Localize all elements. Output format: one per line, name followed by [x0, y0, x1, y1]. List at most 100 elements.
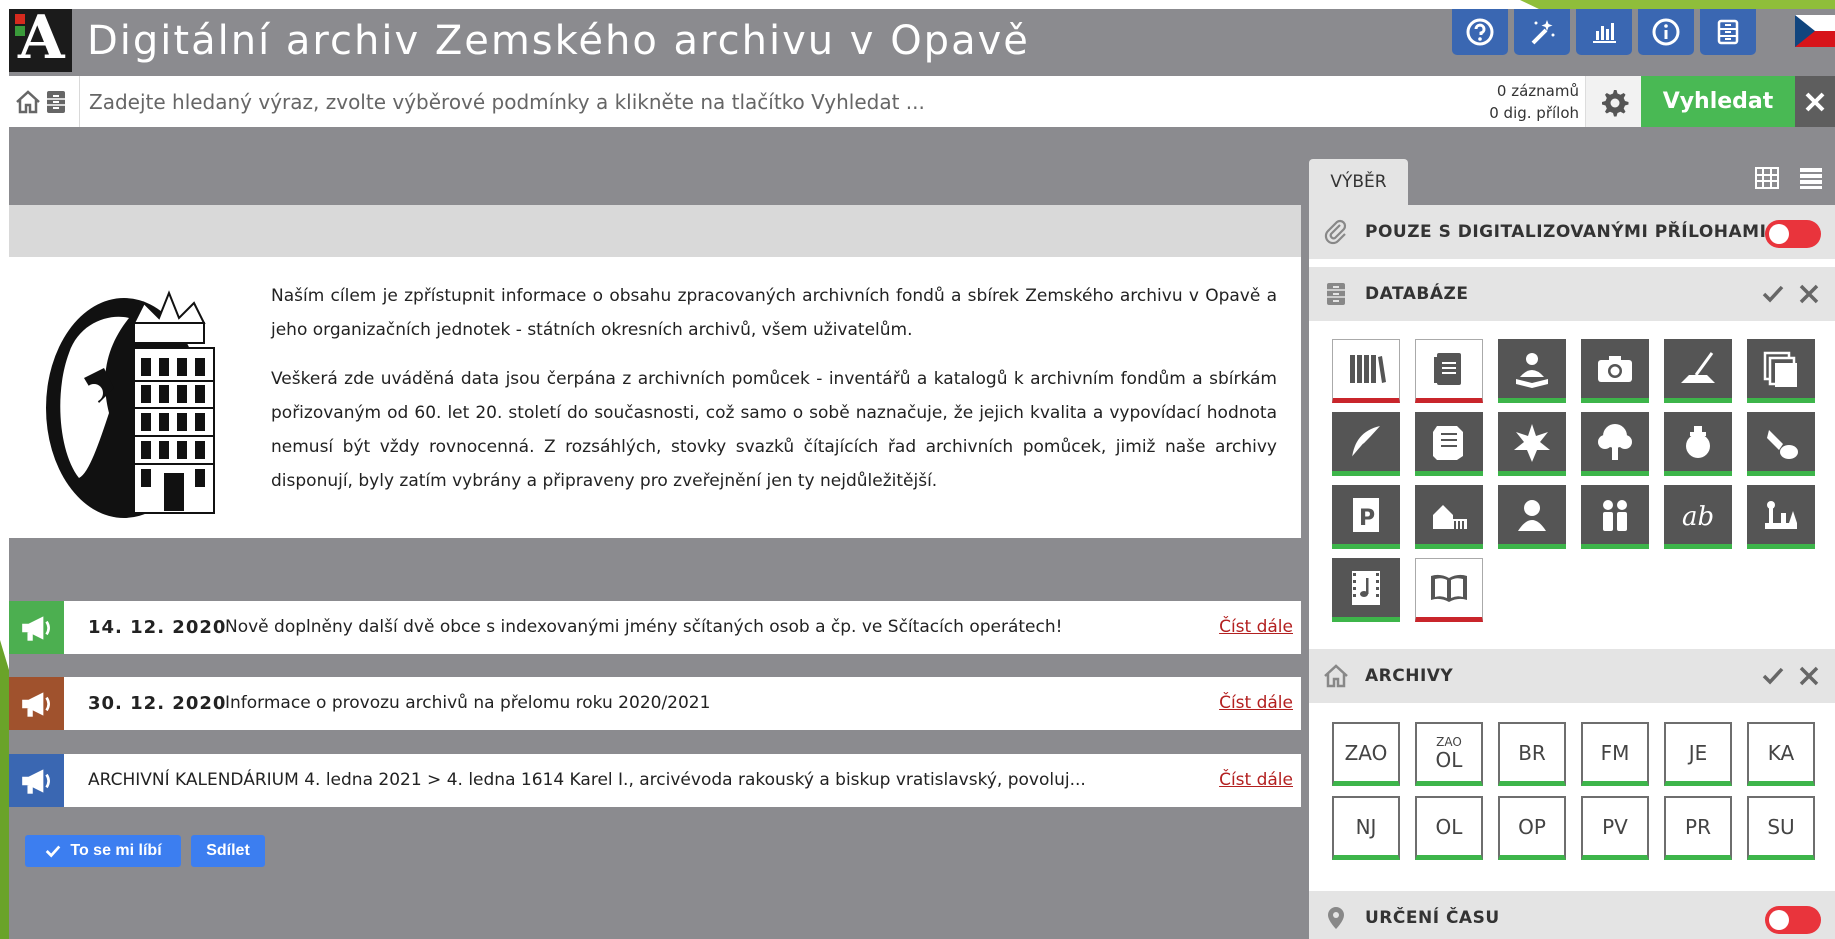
- archive-tile[interactable]: OL: [1415, 796, 1483, 860]
- map-building-icon: [1433, 504, 1467, 529]
- time-filter-toggle[interactable]: [1765, 906, 1821, 934]
- db-tile-technical-drawings[interactable]: [1664, 339, 1732, 403]
- info-button[interactable]: [1638, 9, 1694, 55]
- db-tile-seals[interactable]: [1498, 412, 1566, 476]
- archive-tile[interactable]: OP: [1498, 796, 1566, 860]
- deselect-all-close-icon[interactable]: [1797, 664, 1821, 688]
- databases-title: DATABÁZE: [1365, 284, 1469, 304]
- archive-tile[interactable]: SU: [1747, 796, 1815, 860]
- share-button[interactable]: Sdílet: [191, 835, 265, 867]
- news-text: ARCHIVNÍ KALENDÁRIUM 4. ledna 2021 > 4. …: [88, 770, 1086, 790]
- question-icon: [1466, 18, 1494, 46]
- archive-logo[interactable]: A: [9, 9, 72, 72]
- db-tile-wax-seals[interactable]: [1664, 412, 1732, 476]
- statistics-button[interactable]: [1576, 9, 1632, 55]
- logo-square-green: [15, 26, 25, 36]
- db-tile-audiovisual[interactable]: [1332, 558, 1400, 622]
- db-tile-books[interactable]: [1332, 339, 1400, 403]
- cabinet-icon: [1717, 19, 1739, 45]
- scroll-icon: [1433, 425, 1463, 460]
- db-tile-documents[interactable]: [1747, 339, 1815, 403]
- archive-tile[interactable]: JE: [1664, 722, 1732, 786]
- digital-only-toggle[interactable]: [1765, 220, 1821, 248]
- read-more-link[interactable]: Číst dále: [1219, 677, 1293, 730]
- clear-search-button[interactable]: [1795, 76, 1835, 127]
- tree-icon: [1598, 423, 1632, 460]
- database-icon[interactable]: [45, 89, 67, 115]
- db-tile-posters[interactable]: P: [1332, 485, 1400, 549]
- db-tile-ledger[interactable]: [1415, 339, 1483, 403]
- db-tile-charters[interactable]: [1415, 412, 1483, 476]
- result-counts: 0 záznamů 0 dig. příloh: [1459, 80, 1579, 124]
- archive-tile[interactable]: NJ: [1332, 796, 1400, 860]
- archive-code: BR: [1518, 740, 1546, 765]
- grid-view-icon[interactable]: [1755, 167, 1779, 189]
- paperclip-icon: [1324, 219, 1347, 245]
- record-count: 0 záznamů: [1496, 82, 1579, 100]
- like-label: To se mi líbí: [70, 842, 162, 859]
- db-tile-manuscripts[interactable]: [1332, 412, 1400, 476]
- db-tile-genealogy[interactable]: [1581, 412, 1649, 476]
- archive-emblem-image: [46, 290, 215, 518]
- db-tile-stamps[interactable]: [1747, 412, 1815, 476]
- documents-stack-icon: [1763, 351, 1797, 387]
- db-tile-handwriting[interactable]: ab: [1664, 485, 1732, 549]
- logo-square-red: [15, 14, 25, 24]
- select-all-check-icon[interactable]: [1761, 282, 1785, 306]
- archive-tile[interactable]: KA: [1747, 722, 1815, 786]
- archive-button[interactable]: [1700, 9, 1756, 55]
- archive-tile[interactable]: BR: [1498, 722, 1566, 786]
- time-filter: URČENÍ ČASU: [1309, 891, 1835, 939]
- read-more-link[interactable]: Číst dále: [1219, 601, 1293, 654]
- intro-panel: Naším cílem je zpřístupnit informace o o…: [9, 257, 1301, 538]
- seal-star-icon: [1514, 423, 1550, 462]
- db-tile-persons[interactable]: [1498, 485, 1566, 549]
- db-tile-photos[interactable]: [1581, 339, 1649, 403]
- archive-tile[interactable]: FM: [1581, 722, 1649, 786]
- search-button[interactable]: Vyhledat: [1641, 76, 1795, 127]
- db-tile-reader[interactable]: [1498, 339, 1566, 403]
- svg-text:ab: ab: [1682, 502, 1714, 532]
- news-date: 30. 12. 2020: [88, 693, 227, 714]
- close-icon: [1805, 92, 1825, 111]
- list-view-icon[interactable]: [1799, 167, 1823, 189]
- select-all-check-icon[interactable]: [1761, 664, 1785, 688]
- help-button[interactable]: [1452, 9, 1508, 55]
- archive-code: ZAO: [1344, 740, 1388, 765]
- divider: [79, 76, 80, 127]
- db-tile-families[interactable]: [1581, 485, 1649, 549]
- tab-selection[interactable]: VÝBĚR: [1309, 159, 1408, 205]
- intro-header-bar: [9, 205, 1301, 257]
- news-text: Informace o provozu archivů na přelomu r…: [225, 693, 711, 713]
- app-title: Digitální archiv Zemského archivu v Opav…: [87, 18, 1030, 64]
- czech-flag-icon[interactable]: [1795, 15, 1835, 47]
- db-tile-buildings[interactable]: [1415, 485, 1483, 549]
- map-pin-icon: [1328, 907, 1344, 929]
- open-book-icon: [1431, 574, 1467, 602]
- database-icon: [1327, 283, 1345, 305]
- archive-code: PV: [1602, 814, 1628, 839]
- check-icon: [46, 845, 61, 858]
- megaphone-icon: [9, 601, 64, 654]
- intro-paragraph: Naším cílem je zpřístupnit informace o o…: [271, 286, 1277, 340]
- read-more-link[interactable]: Číst dále: [1219, 754, 1293, 807]
- search-input[interactable]: [89, 76, 1459, 127]
- like-button[interactable]: To se mi líbí: [25, 835, 181, 867]
- home-icon[interactable]: [15, 89, 41, 115]
- db-tile-library[interactable]: [1415, 558, 1483, 622]
- archive-code: JE: [1688, 740, 1708, 765]
- archive-tile[interactable]: ZAO OL: [1415, 722, 1483, 786]
- drafting-icon: [1681, 351, 1715, 383]
- archive-tile[interactable]: ZAO: [1332, 722, 1400, 786]
- magic-wand-button[interactable]: [1514, 9, 1570, 55]
- archive-tile[interactable]: PR: [1664, 796, 1732, 860]
- deselect-all-close-icon[interactable]: [1797, 282, 1821, 306]
- archive-tile[interactable]: PV: [1581, 796, 1649, 860]
- books-icon: [1350, 355, 1386, 383]
- svg-text:P: P: [1359, 506, 1375, 531]
- settings-button[interactable]: [1585, 76, 1641, 127]
- db-tile-landscapes[interactable]: [1747, 485, 1815, 549]
- search-bar: 0 záznamů 0 dig. příloh Vyhledat: [9, 76, 1835, 127]
- archive-code: NJ: [1355, 814, 1377, 839]
- magic-wand-icon: [1531, 20, 1555, 45]
